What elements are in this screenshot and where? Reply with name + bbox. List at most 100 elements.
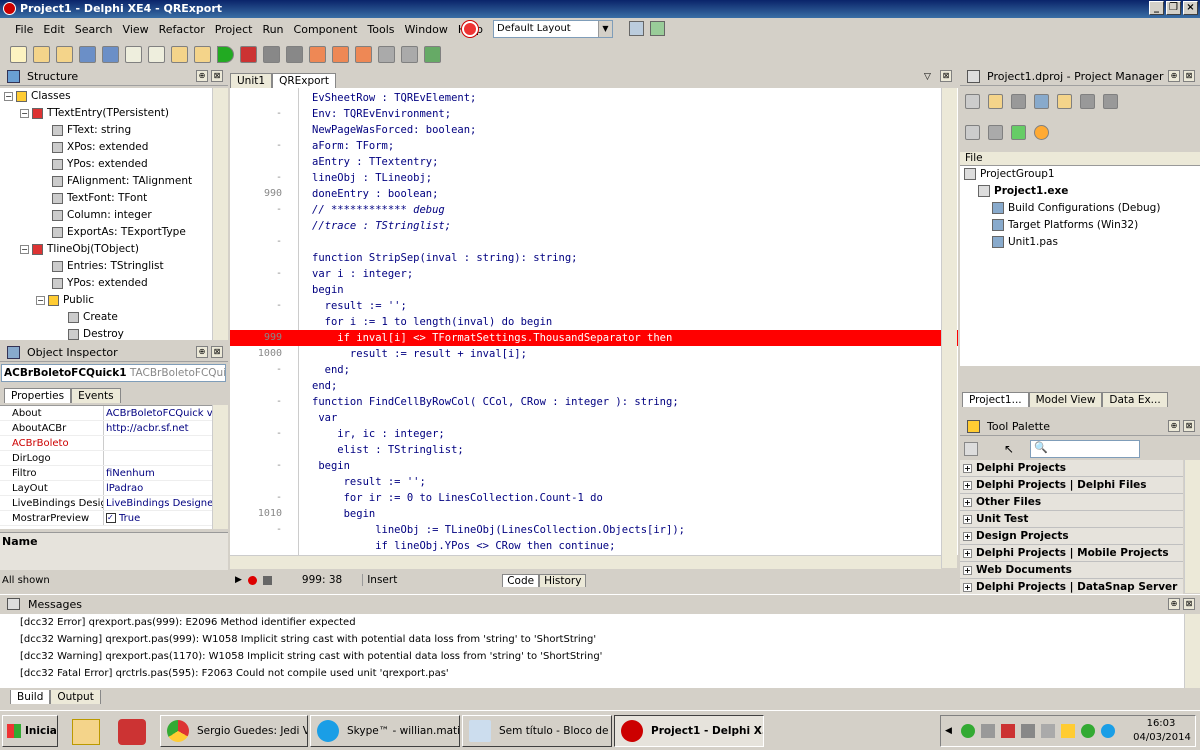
code-line[interactable]: - lineObj : TLineobj; [230, 170, 958, 186]
close-icon[interactable]: ⊠ [211, 70, 223, 82]
tab-unit1[interactable]: Unit1 [230, 73, 273, 88]
minimize-button[interactable]: _ [1149, 1, 1164, 15]
activate-icon[interactable] [965, 94, 980, 109]
clock-date[interactable]: 04/03/2014 [1131, 732, 1193, 743]
palette-category[interactable]: + Delphi Projects | Mobile Projects [960, 545, 1183, 562]
property-value[interactable]: ✓ True [104, 511, 212, 525]
explorer-quicklaunch-icon[interactable] [72, 719, 100, 745]
task-chrome[interactable]: Sergio Guedes: Jedi V... [160, 715, 308, 747]
tree-item[interactable]: XPos: extended [0, 139, 212, 156]
code-line[interactable]: - aForm: TForm; [230, 138, 958, 154]
close-icon[interactable]: ⊠ [1183, 420, 1195, 432]
property-value[interactable]: fiNenhum [104, 466, 212, 480]
property-row[interactable]: MostrarPreview ✓ True [0, 511, 212, 526]
code-line[interactable]: - lineObj := TLineObj(LinesCollection.Ob… [230, 522, 958, 538]
project-item[interactable]: Unit1.pas [960, 234, 1200, 251]
new-icon[interactable] [10, 45, 27, 63]
property-row[interactable]: AboutACBr http://acbr.sf.net [0, 421, 212, 436]
add-file-icon[interactable] [171, 45, 188, 63]
menu-component[interactable]: Component [289, 23, 363, 36]
menu-run[interactable]: Run [257, 23, 288, 36]
code-line[interactable]: if lineObj.YPos <> CRow then continue; [230, 538, 958, 554]
close-icon[interactable]: ⊠ [1183, 598, 1195, 610]
palette-scrollbar[interactable] [1184, 460, 1200, 593]
tray-expand-icon[interactable]: ◀ [945, 726, 952, 736]
code-line[interactable]: - ir, ic : integer; [230, 426, 958, 442]
expand-icon[interactable]: + [963, 497, 972, 507]
editor-hscrollbar[interactable] [230, 555, 941, 569]
palette-category[interactable]: + Delphi Projects [960, 460, 1183, 477]
new-unit-icon[interactable] [148, 45, 165, 63]
tree-item[interactable]: Column: integer [0, 207, 212, 224]
expand-icon[interactable]: + [963, 480, 972, 490]
property-row[interactable]: ACBrBoleto [0, 436, 212, 451]
tree-item[interactable]: FText: string [0, 122, 212, 139]
inspector-scrollbar[interactable] [212, 405, 228, 529]
tab-project-manager[interactable]: Project1... [962, 392, 1029, 407]
property-value[interactable]: ACBrBoletoFCQuick ver [104, 406, 212, 420]
menu-view[interactable]: View [118, 23, 154, 36]
tab-qrexport[interactable]: QRExport [272, 73, 336, 88]
categories-icon[interactable] [964, 442, 978, 456]
expand-icon[interactable]: + [963, 565, 972, 575]
tree-item[interactable]: FAlignment: TAlignment [0, 173, 212, 190]
tab-output[interactable]: Output [50, 690, 101, 704]
messages-scrollbar[interactable] [1184, 614, 1200, 688]
tree-item[interactable]: − TTextEntry(TPersistent) [0, 105, 212, 122]
drive-icon[interactable] [1061, 724, 1075, 738]
property-row[interactable]: DirLogo [0, 451, 212, 466]
expand-icon[interactable]: + [963, 582, 972, 592]
stop-icon[interactable] [286, 45, 303, 63]
menu-edit[interactable]: Edit [38, 23, 69, 36]
volume-icon[interactable] [1041, 724, 1055, 738]
project-item[interactable]: Project1.exe [960, 183, 1200, 200]
code-line[interactable]: - Env: TQREvEnvironment; [230, 106, 958, 122]
code-line[interactable]: - end; [230, 362, 958, 378]
tab-model-view[interactable]: Model View [1028, 392, 1103, 407]
tab-properties[interactable]: Properties [4, 388, 72, 403]
open-folder-icon[interactable] [988, 94, 1003, 109]
message-line[interactable]: [dcc32 Warning] qrexport.pas(1170): W105… [0, 648, 1200, 665]
code-editor[interactable]: EvSheetRow : TQREvElement; - Env: TQREvEnv… [230, 88, 958, 555]
palette-category[interactable]: + Delphi Projects | Delphi Files [960, 477, 1183, 494]
file-column-header[interactable]: File [960, 152, 1200, 166]
acrobat-quicklaunch-icon[interactable] [118, 719, 146, 745]
run-without-debug-icon[interactable] [240, 45, 257, 63]
stop-macro-icon[interactable] [262, 575, 272, 585]
tray-app-icon[interactable] [961, 724, 975, 738]
tree-item[interactable]: ExportAs: TExportType [0, 224, 212, 241]
close-icon[interactable]: ⊠ [211, 346, 223, 358]
tray-status-icon[interactable] [1081, 724, 1095, 738]
code-line[interactable]: for i := 1 to length(inval) do begin [230, 314, 958, 330]
code-line[interactable]: EvSheetRow : TQREvElement; [230, 90, 958, 106]
palette-category[interactable]: + Unit Test [960, 511, 1183, 528]
run-to-return-icon[interactable] [355, 45, 372, 63]
code-line[interactable]: 990 doneEntry : boolean; [230, 186, 958, 202]
network-icon[interactable] [1021, 724, 1035, 738]
code-line[interactable]: - // ************ debug [230, 202, 958, 218]
menu-file[interactable]: File [10, 23, 38, 36]
expand-icon[interactable]: + [963, 531, 972, 541]
code-line[interactable]: - function FindCellByRowCol( CCol, CRow :… [230, 394, 958, 410]
property-value[interactable]: http://acbr.sf.net [104, 421, 212, 435]
forward-icon[interactable] [401, 45, 418, 63]
project-item[interactable]: Target Platforms (Win32) [960, 217, 1200, 234]
tree-item[interactable]: − TlineObj(TObject) [0, 241, 212, 258]
skype-tray-icon[interactable] [1101, 724, 1115, 738]
open-icon[interactable] [56, 45, 73, 63]
property-row[interactable]: Filtro fiNenhum [0, 466, 212, 481]
code-line[interactable]: - begin [230, 458, 958, 474]
component-selector[interactable]: ACBrBoletoFCQuick1 TACBrBoletoFCQuick [1, 364, 226, 382]
collapse-icon[interactable] [1080, 94, 1095, 109]
palette-search-input[interactable]: 🔍 [1030, 440, 1140, 458]
message-line[interactable]: [dcc32 Error] qrexport.pas(999): E2096 M… [0, 614, 1200, 631]
tab-events[interactable]: Events [71, 388, 121, 403]
menu-refactor[interactable]: Refactor [154, 23, 210, 36]
palette-category[interactable]: + Web Documents [960, 562, 1183, 579]
code-line[interactable]: elist : TStringlist; [230, 442, 958, 458]
help-icon[interactable] [462, 21, 478, 37]
property-row[interactable]: LiveBindings DesigneLiveBindings Designe… [0, 496, 212, 511]
component-icon[interactable] [424, 45, 441, 63]
pin-icon[interactable]: ⊕ [1168, 70, 1180, 82]
clock-time[interactable]: 16:03 [1131, 718, 1191, 729]
